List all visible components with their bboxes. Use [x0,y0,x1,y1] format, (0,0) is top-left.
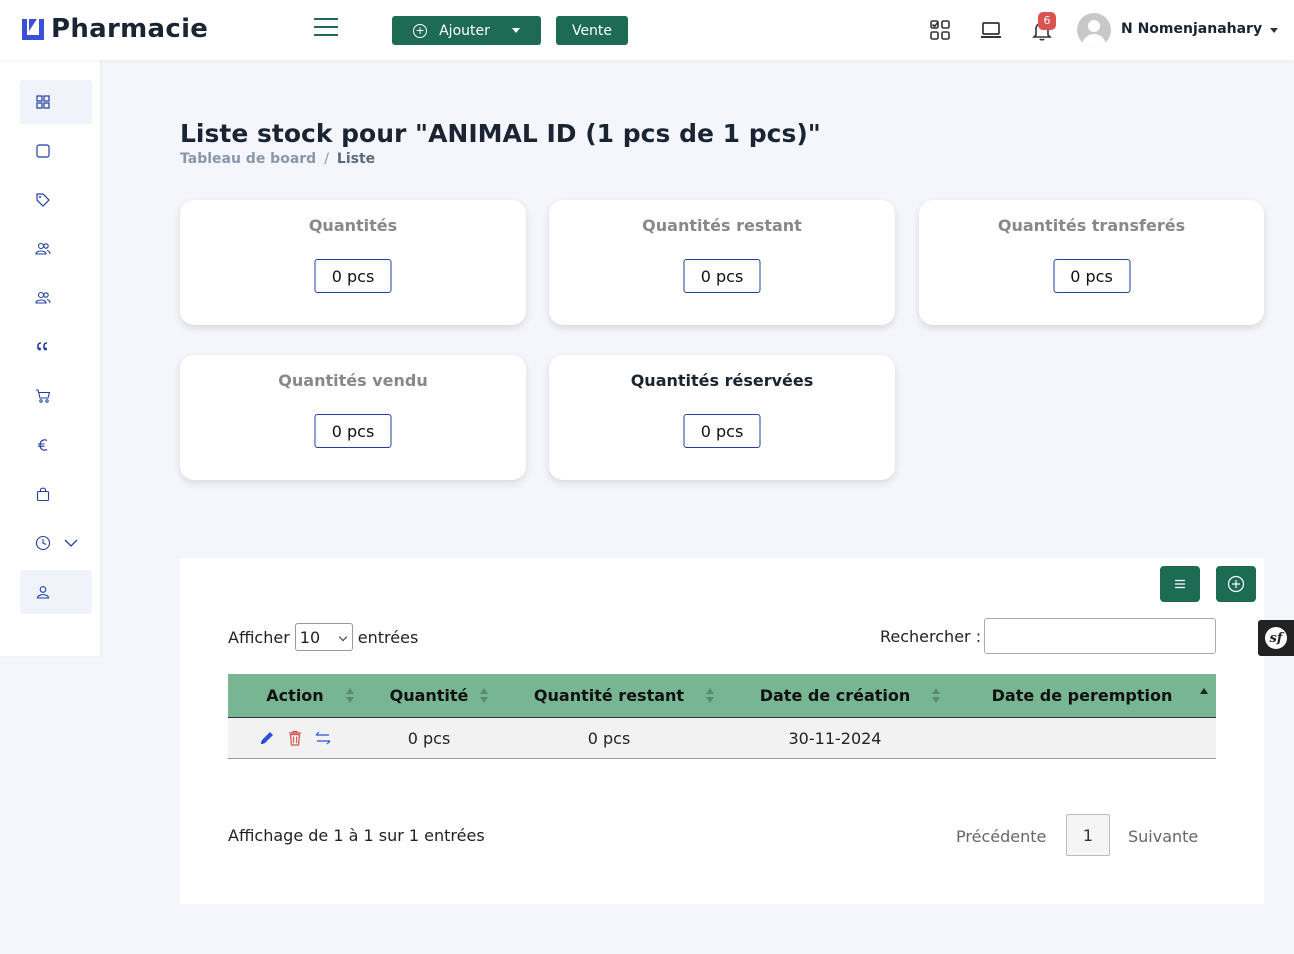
stat-label: Quantités restant [642,216,802,235]
stat-label: Quantités [308,216,398,235]
column-header-date-peremption[interactable]: Date de peremption [948,674,1216,717]
stat-value: 0 pcs [1053,259,1130,293]
column-header-quantite-restant[interactable]: Quantité restant [496,674,722,717]
stat-card-quantites: Quantités 0 pcs [180,200,526,325]
breadcrumb: Tableau de board / Liste [180,151,375,167]
breadcrumb-current: Liste [336,151,376,167]
users-icon [35,242,51,255]
plus-circle-icon: + [413,23,428,38]
column-header-quantite[interactable]: Quantité [362,674,496,717]
brand[interactable]: Pharmacie [20,14,208,44]
cell-date-creation: 30-11-2024 [788,728,882,748]
plus-circle-icon [1227,575,1245,593]
sidebar-item-users[interactable] [20,227,92,271]
sidebar-item-history[interactable] [20,521,92,565]
length-label-before: Afficher [228,627,290,647]
entries-length-control: Afficher 10 entrées [228,623,418,651]
bag-icon [36,487,50,502]
stat-card-quantites-transferes: Quantités transferés 0 pcs [919,200,1264,325]
apps-checklist-icon[interactable] [928,18,952,42]
breadcrumb-home-link[interactable]: Tableau de board [180,151,316,167]
search-input[interactable] [984,618,1216,654]
cell-date-peremption [948,718,1216,758]
row-actions [228,718,362,758]
pagination-next[interactable]: Suivante [1128,827,1198,846]
stock-table-panel: Afficher 10 entrées Rechercher : Action … [180,558,1264,904]
stat-card-quantites-vendu: Quantités vendu 0 pcs [180,355,526,480]
pagination-page-1[interactable]: 1 [1066,814,1110,856]
sidebar-item-square[interactable] [20,129,92,173]
grid-icon [36,95,50,109]
cell-quantite: 0 pcs [407,728,451,748]
table-row: 0 pcs 0 pcs 30-11-2024 [228,718,1216,759]
breadcrumb-separator: / [324,151,329,167]
caret-down-icon [511,28,520,33]
quote-icon [37,342,48,351]
stat-card-quantites-restant: Quantités restant 0 pcs [549,200,895,325]
stat-label: Quantités réservées [630,371,814,390]
length-label-after: entrées [357,627,419,647]
chevron-down-icon [64,539,78,547]
vente-button[interactable]: Vente [556,16,628,45]
stat-label: Quantités vendu [278,371,428,390]
tags-icon [36,193,50,207]
stat-value: 0 pcs [314,259,392,293]
column-header-date-creation[interactable]: Date de création [722,674,948,717]
table-info: Affichage de 1 à 1 sur 1 entrées [228,826,485,845]
top-navbar: Pharmacie + Ajouter Vente 6 N Nomenjanah… [0,0,1294,60]
stat-value: 0 pcs [683,259,761,293]
search-label: Rechercher : [880,627,982,646]
user-caret-icon[interactable] [1270,28,1278,33]
avatar[interactable] [1077,13,1111,47]
cell-quantite-restant: 0 pcs [587,728,631,748]
sort-icon [346,688,354,704]
square-icon [36,144,50,158]
stat-value: 0 pcs [683,414,761,448]
user-icon [36,586,50,599]
page-title: Liste stock pour "ANIMAL ID (1 pcs de 1 … [180,119,821,148]
sidebar-item-dashboard[interactable] [20,80,92,124]
cart-icon [36,389,51,403]
stat-card-quantites-reservees: Quantités réservées 0 pcs [549,355,895,480]
notification-badge: 6 [1038,12,1056,30]
sort-icon [480,688,488,704]
sort-icon [706,688,714,704]
laptop-icon[interactable] [979,18,1003,42]
edit-pencil-icon[interactable] [258,729,276,747]
list-icon [1175,579,1185,589]
symfony-debug-toolbar-toggle[interactable]: sf [1258,620,1294,656]
list-view-button[interactable] [1160,566,1200,602]
add-dropdown-button[interactable]: + Ajouter [392,16,541,45]
add-label: Ajouter [439,22,490,39]
entries-per-page-select[interactable]: 10 [294,623,353,651]
stock-table: Action Quantité Quantité restant Date de… [228,674,1216,759]
sort-icon [932,688,940,704]
symfony-logo-icon: sf [1265,627,1287,649]
column-header-action[interactable]: Action [228,674,362,717]
sidebar-item-bag[interactable] [20,472,92,516]
sidebar-item-euro[interactable] [20,423,92,467]
user-name[interactable]: N Nomenjanahary [1121,21,1262,37]
sort-asc-icon [1200,688,1208,704]
stat-label: Quantités transferés [997,216,1186,235]
clock-icon [35,535,51,551]
pagination-previous[interactable]: Précédente [956,827,1046,846]
sidebar-item-users-2[interactable] [20,276,92,320]
stat-value: 0 pcs [314,414,392,448]
add-stock-button[interactable] [1216,566,1256,602]
menu-toggle-icon[interactable] [314,18,338,40]
sidebar-item-quote[interactable] [20,325,92,369]
sidebar-item-cart[interactable] [20,374,92,418]
users-icon [35,291,51,304]
euro-icon [38,439,48,451]
delete-trash-icon[interactable] [286,729,304,747]
table-header-row: Action Quantité Quantité restant Date de… [228,674,1216,718]
brand-name: Pharmacie [51,14,209,44]
sidebar [0,60,100,656]
sidebar-item-user[interactable] [20,570,92,614]
transfer-arrows-icon[interactable] [314,729,332,747]
brand-logo-icon [22,19,44,40]
sidebar-item-tags[interactable] [20,178,92,222]
